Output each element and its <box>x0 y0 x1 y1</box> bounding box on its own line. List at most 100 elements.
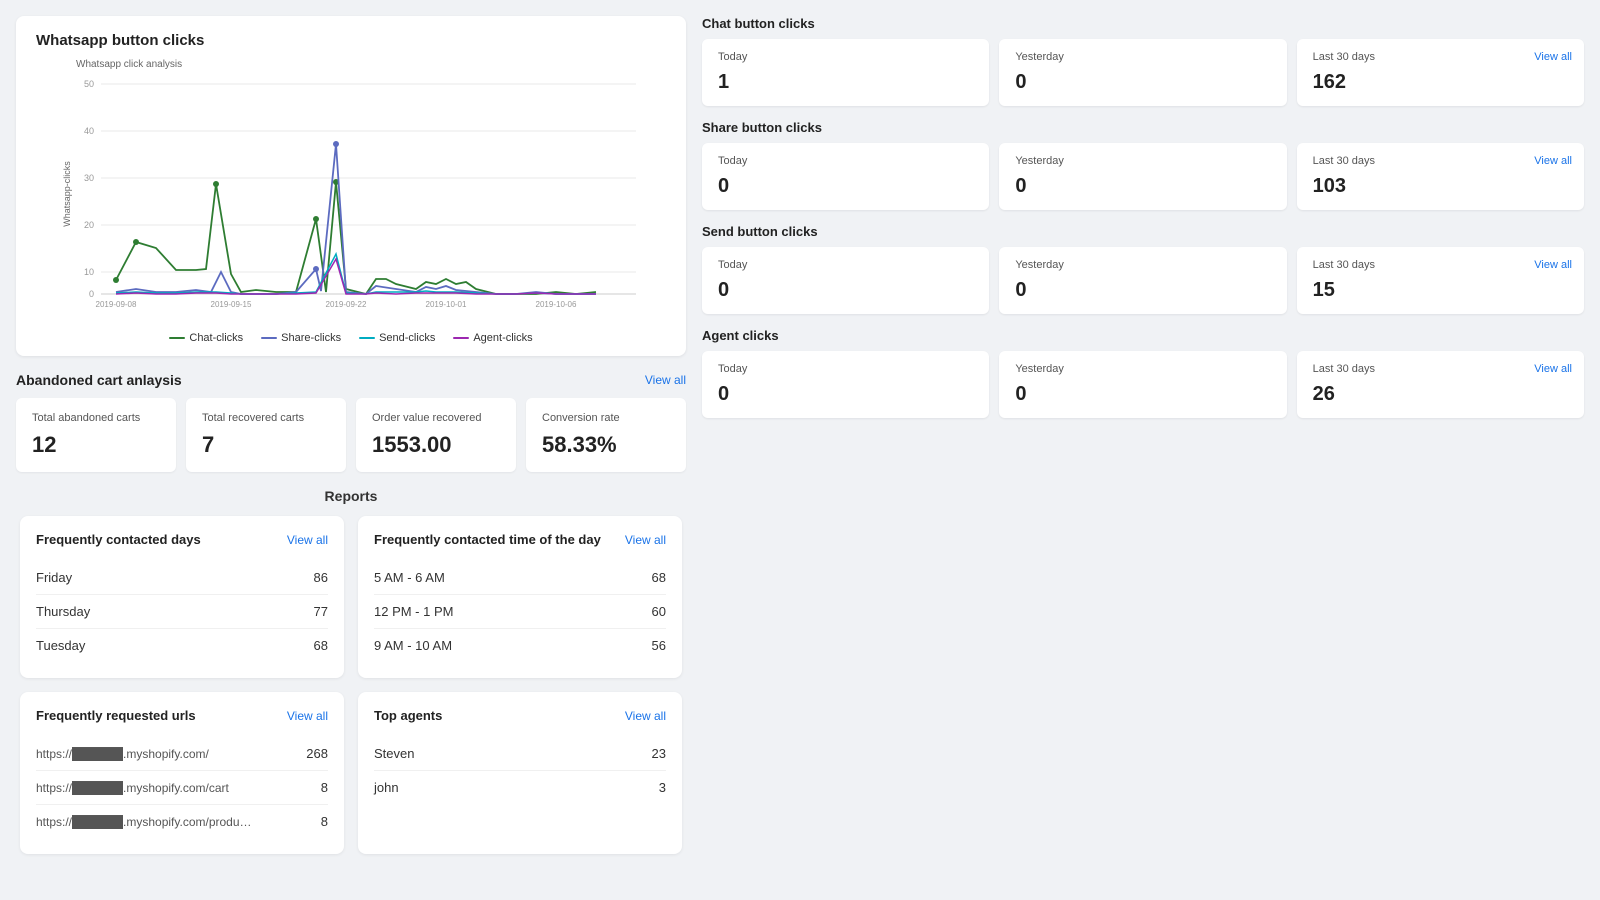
freq-urls-value-2: 8 <box>321 814 328 829</box>
legend-agent-dot <box>453 337 469 339</box>
freq-urls-row-2: https://██████.myshopify.com/products/pe… <box>36 805 328 838</box>
freq-time-row-2: 9 AM - 10 AM 56 <box>374 629 666 662</box>
whatsapp-chart-card: Whatsapp button clicks Whatsapp click an… <box>16 16 686 356</box>
share-30days-view-all[interactable]: View all <box>1534 155 1572 167</box>
cart-stats-row: Total abandoned carts 12 Total recovered… <box>16 398 686 472</box>
report-card-freq-days-title: Frequently contacted days <box>36 532 201 547</box>
send-30days-card: Last 30 days 15 View all <box>1297 247 1584 314</box>
top-agents-label-1: john <box>374 780 399 795</box>
agent-yesterday-card: Yesterday 0 <box>999 351 1286 418</box>
share-30days-value: 103 <box>1313 175 1568 198</box>
agent-yesterday-label: Yesterday <box>1015 363 1270 375</box>
svg-text:2019-09-22: 2019-09-22 <box>326 300 367 309</box>
chat-clicks-row: Today 1 Yesterday 0 Last 30 days 162 Vie… <box>702 39 1584 106</box>
agent-clicks-title: Agent clicks <box>702 328 1584 343</box>
chat-today-card: Today 1 <box>702 39 989 106</box>
freq-time-row-1: 12 PM - 1 PM 60 <box>374 595 666 629</box>
abandoned-cart-view-all[interactable]: View all <box>645 373 686 387</box>
chat-yesterday-label: Yesterday <box>1015 51 1270 63</box>
share-clicks-section: Share button clicks Today 0 Yesterday 0 … <box>702 120 1584 210</box>
legend-share-dot <box>261 337 277 339</box>
legend-share: Share-clicks <box>261 332 341 344</box>
agent-yesterday-value: 0 <box>1015 383 1270 406</box>
share-today-value: 0 <box>718 175 973 198</box>
svg-text:40: 40 <box>84 126 94 136</box>
agent-30days-label: Last 30 days <box>1313 363 1568 375</box>
share-clicks-row: Today 0 Yesterday 0 Last 30 days 103 Vie… <box>702 143 1584 210</box>
legend-chat-dot <box>169 337 185 339</box>
share-yesterday-label: Yesterday <box>1015 155 1270 167</box>
reports-grid: Frequently contacted days View all Frida… <box>20 516 682 854</box>
chat-clicks-title: Chat button clicks <box>702 16 1584 31</box>
chat-today-label: Today <box>718 51 973 63</box>
report-card-freq-urls-view-all[interactable]: View all <box>287 709 328 723</box>
agent-clicks-line <box>116 259 596 294</box>
chat-today-value: 1 <box>718 71 973 94</box>
share-yesterday-value: 0 <box>1015 175 1270 198</box>
send-clicks-line <box>116 254 596 294</box>
share-30days-card: Last 30 days 103 View all <box>1297 143 1584 210</box>
chat-30days-card: Last 30 days 162 View all <box>1297 39 1584 106</box>
stat-card-order-value: Order value recovered 1553.00 <box>356 398 516 472</box>
right-panel: Chat button clicks Today 1 Yesterday 0 L… <box>702 16 1584 854</box>
stat-value-conversion: 58.33% <box>542 432 670 458</box>
y-axis-label: Whatsapp-clicks <box>62 161 72 227</box>
reports-title: Reports <box>20 488 682 504</box>
freq-time-value-0: 68 <box>652 570 666 585</box>
chart-svg-container: Whatsapp-clicks 50 40 30 20 10 0 <box>36 74 666 324</box>
report-card-freq-urls: Frequently requested urls View all https… <box>20 692 344 854</box>
reports-section: Reports Frequently contacted days View a… <box>16 488 686 854</box>
svg-text:30: 30 <box>84 173 94 183</box>
report-card-freq-days-view-all[interactable]: View all <box>287 533 328 547</box>
freq-days-value-0: 86 <box>314 570 328 585</box>
send-yesterday-value: 0 <box>1015 279 1270 302</box>
freq-days-value-1: 77 <box>314 604 328 619</box>
send-clicks-title: Send button clicks <box>702 224 1584 239</box>
legend-send-label: Send-clicks <box>379 332 435 344</box>
freq-days-row-0: Friday 86 <box>36 561 328 595</box>
report-card-top-agents-view-all[interactable]: View all <box>625 709 666 723</box>
freq-days-label-0: Friday <box>36 570 72 585</box>
chart-title: Whatsapp button clicks <box>36 32 666 49</box>
send-yesterday-label: Yesterday <box>1015 259 1270 271</box>
chart-legend: Chat-clicks Share-clicks Send-clicks Age… <box>36 332 666 344</box>
chat-30days-value: 162 <box>1313 71 1568 94</box>
top-agents-label-0: Steven <box>374 746 414 761</box>
top-agents-row-1: john 3 <box>374 771 666 804</box>
send-30days-label: Last 30 days <box>1313 259 1568 271</box>
stat-card-abandoned: Total abandoned carts 12 <box>16 398 176 472</box>
abandoned-cart-header: Abandoned cart anlaysis View all <box>16 372 686 388</box>
legend-send: Send-clicks <box>359 332 435 344</box>
stat-label-abandoned: Total abandoned carts <box>32 412 160 424</box>
freq-time-label-0: 5 AM - 6 AM <box>374 570 445 585</box>
chat-30days-view-all[interactable]: View all <box>1534 51 1572 63</box>
svg-text:2019-10-01: 2019-10-01 <box>426 300 467 309</box>
send-yesterday-card: Yesterday 0 <box>999 247 1286 314</box>
report-card-freq-time-view-all[interactable]: View all <box>625 533 666 547</box>
agent-30days-value: 26 <box>1313 383 1568 406</box>
chat-30days-label: Last 30 days <box>1313 51 1568 63</box>
agent-clicks-section: Agent clicks Today 0 Yesterday 0 Last 30… <box>702 328 1584 418</box>
freq-days-label-2: Tuesday <box>36 638 85 653</box>
abandoned-cart-title: Abandoned cart anlaysis <box>16 372 182 388</box>
svg-text:10: 10 <box>84 267 94 277</box>
legend-agent: Agent-clicks <box>453 332 532 344</box>
report-card-freq-time-header: Frequently contacted time of the day Vie… <box>374 532 666 547</box>
freq-urls-value-1: 8 <box>321 780 328 795</box>
svg-text:2019-10-06: 2019-10-06 <box>536 300 577 309</box>
share-today-card: Today 0 <box>702 143 989 210</box>
send-30days-view-all[interactable]: View all <box>1534 259 1572 271</box>
svg-text:2019-09-08: 2019-09-08 <box>96 300 137 309</box>
legend-share-label: Share-clicks <box>281 332 341 344</box>
agent-today-value: 0 <box>718 383 973 406</box>
freq-time-row-0: 5 AM - 6 AM 68 <box>374 561 666 595</box>
chart-svg: Whatsapp-clicks 50 40 30 20 10 0 <box>36 74 666 314</box>
freq-time-value-2: 56 <box>652 638 666 653</box>
report-card-freq-days: Frequently contacted days View all Frida… <box>20 516 344 678</box>
agent-today-card: Today 0 <box>702 351 989 418</box>
top-agents-row-0: Steven 23 <box>374 737 666 771</box>
chat-clicks-section: Chat button clicks Today 1 Yesterday 0 L… <box>702 16 1584 106</box>
report-card-top-agents-header: Top agents View all <box>374 708 666 723</box>
agent-30days-view-all[interactable]: View all <box>1534 363 1572 375</box>
freq-time-label-1: 12 PM - 1 PM <box>374 604 453 619</box>
